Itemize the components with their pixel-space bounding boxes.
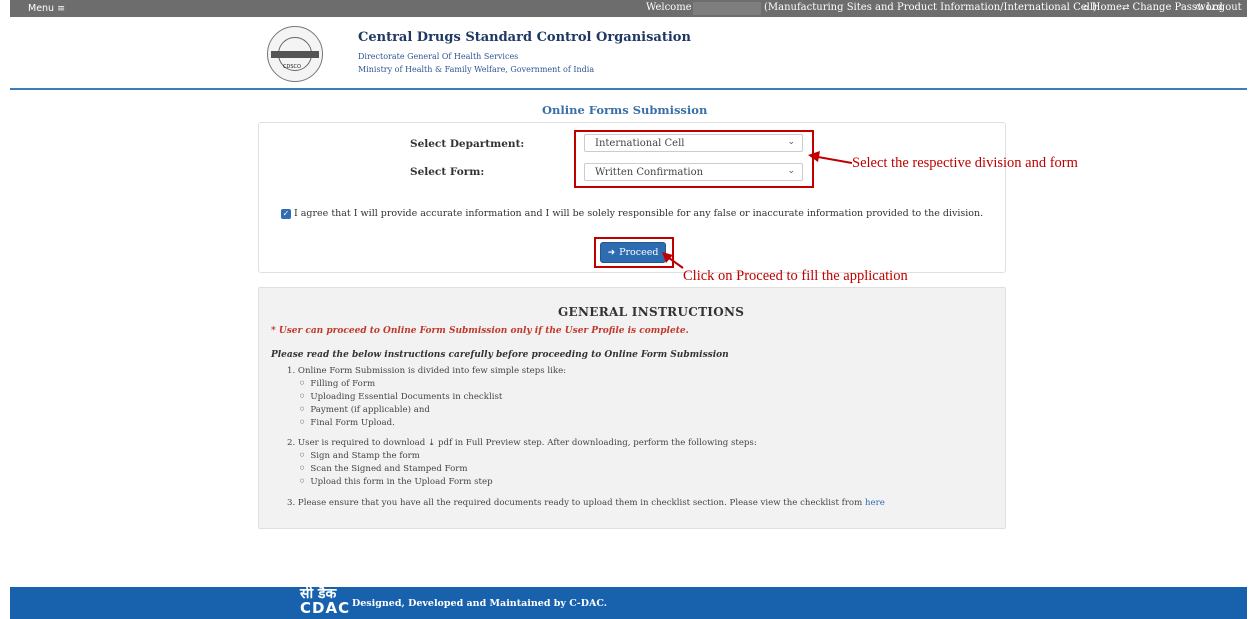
cdac-logo-english: CDAC: [300, 599, 351, 617]
cdac-logo: सी डैक CDAC: [300, 587, 351, 617]
proceed-annotation-note: Click on Proceed to fill the application: [683, 268, 908, 284]
instruction-item-3-text: 3. Please ensure that you have all the r…: [287, 498, 863, 508]
org-subtitle-ministry: Ministry of Health & Family Welfare, Gov…: [358, 65, 595, 74]
form-label: Select Form:: [410, 166, 485, 178]
right-margin: [1247, 0, 1255, 619]
emblem-text: CDSCO: [283, 64, 301, 70]
home-icon: ⌂: [1083, 3, 1089, 13]
site-header: CDSCO Central Drugs Standard Control Org…: [10, 17, 1247, 90]
logout-label: Logout: [1206, 2, 1242, 13]
org-subtitle-directorate: Directorate General Of Health Services: [358, 52, 519, 61]
agree-row: ✓ I agree that I will provide accurate i…: [281, 208, 983, 219]
instructions-intro: Please read the below instructions caref…: [271, 350, 729, 360]
proceed-button[interactable]: ➜ Proceed: [600, 242, 666, 263]
agree-text: I agree that I will provide accurate inf…: [294, 208, 984, 219]
left-margin: [0, 0, 10, 619]
instruction-item-3: 3. Please ensure that you have all the r…: [287, 498, 885, 508]
site-footer: सी डैक CDAC Designed, Developed and Main…: [10, 587, 1247, 619]
home-link[interactable]: ⌂ Home: [1083, 2, 1122, 13]
page-title: Online Forms Submission: [542, 103, 708, 117]
top-navbar: Menu ≡ Welcome Mr. (Manufacturing Sites …: [10, 0, 1247, 17]
checklist-here-link[interactable]: here: [865, 498, 885, 508]
cdsco-emblem-logo: CDSCO: [267, 26, 323, 82]
instructions-note: * User can proceed to Online Form Submis…: [271, 326, 689, 336]
refresh-icon: ⇄: [1122, 3, 1130, 13]
instruction-item-1: 1. Online Form Submission is divided int…: [287, 366, 567, 376]
page: Menu ≡ Welcome Mr. (Manufacturing Sites …: [0, 0, 1255, 619]
instruction-bullet: Final Form Upload.: [300, 418, 395, 428]
department-label: Select Department:: [410, 138, 525, 150]
logout-link[interactable]: ⏻ Logout: [1196, 2, 1242, 13]
proceed-button-label: Proceed: [619, 247, 659, 258]
selection-highlight-box: [574, 130, 814, 188]
emblem-band: [271, 51, 319, 58]
instruction-bullet: Upload this form in the Upload Form step: [300, 477, 492, 487]
sign-in-icon: ➜: [607, 247, 616, 258]
instruction-bullet: Payment (if applicable) and: [300, 405, 429, 415]
agree-checkbox[interactable]: ✓: [281, 208, 291, 219]
power-icon: ⏻: [1196, 3, 1204, 13]
instructions-title: GENERAL INSTRUCTIONS: [558, 305, 745, 319]
instruction-bullet: Filling of Form: [300, 379, 375, 389]
user-cell-info: (Manufacturing Sites and Product Informa…: [764, 2, 1097, 13]
home-link-label: Home: [1091, 2, 1122, 13]
username-redacted: [693, 2, 761, 15]
instruction-item-2: 2. User is required to download ⤓ pdf in…: [287, 438, 757, 448]
select-annotation-note: Select the respective division and form: [852, 155, 1078, 171]
instruction-bullet: Uploading Essential Documents in checkli…: [300, 392, 502, 402]
footer-credit-text: Designed, Developed and Maintained by C-…: [352, 598, 608, 609]
menu-button[interactable]: Menu ≡: [28, 3, 65, 14]
instruction-bullet: Sign and Stamp the form: [300, 451, 420, 461]
instruction-bullet: Scan the Signed and Stamped Form: [300, 464, 467, 474]
org-title: Central Drugs Standard Control Organisat…: [358, 30, 691, 45]
